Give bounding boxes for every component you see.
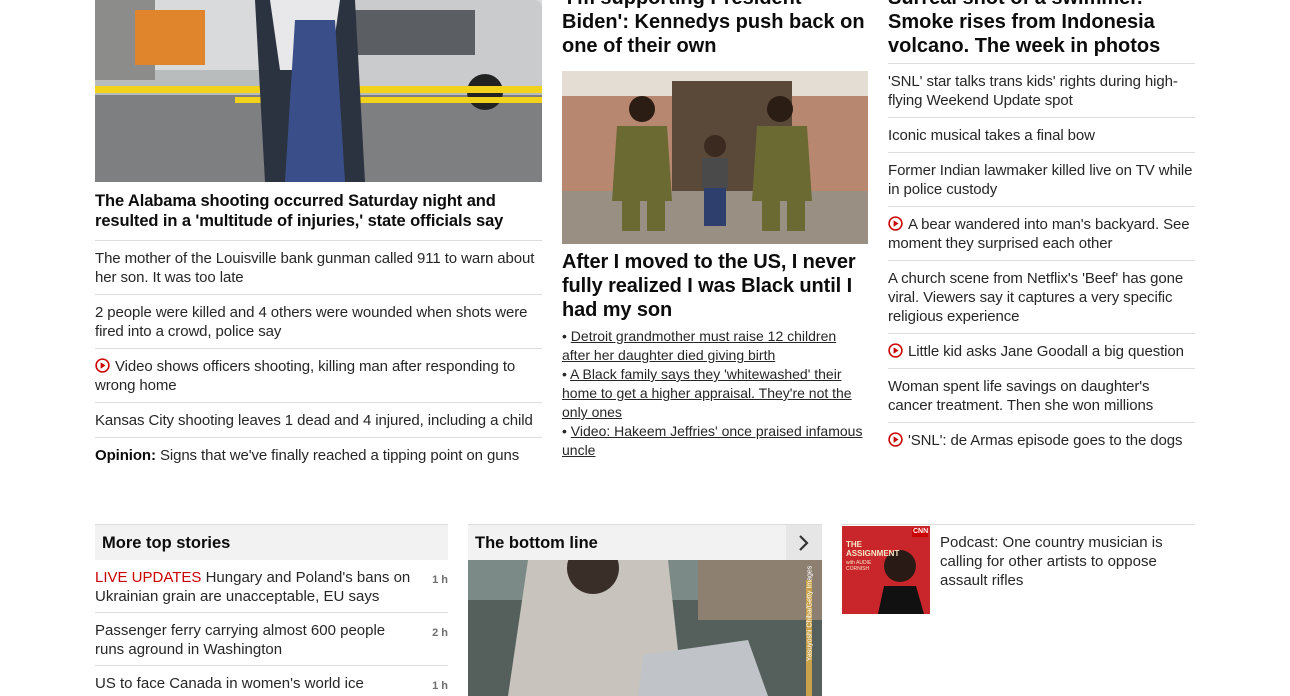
list-item[interactable]: Little kid asks Jane Goodall a big quest…	[888, 334, 1195, 369]
story-text[interactable]: 2 people were killed and 4 others were w…	[95, 304, 528, 340]
podcast-cnn-logo: CNN	[913, 528, 929, 535]
list-item[interactable]: 'SNL': de Armas episode goes to the dogs	[888, 423, 1195, 457]
timestamp: 2 h	[432, 627, 448, 639]
podcast-art-subtitle: with AUDIE CORNISH	[846, 560, 872, 572]
photo-credit: Yasuyoshi Chiba/Getty Images	[806, 565, 814, 662]
podcast-artwork[interactable]: CNN THE ASSIGNMENT with AUDIE CORNISH	[842, 526, 930, 614]
lead-story-list: The mother of the Louisville bank gunman…	[95, 241, 542, 472]
list-item[interactable]: US to face Canada in women's world ice 1…	[95, 666, 448, 696]
podcast-text[interactable]: Podcast: One country musician is calling…	[940, 533, 1180, 614]
story-text[interactable]: Video shows officers shooting, killing m…	[95, 358, 515, 394]
story-text[interactable]: 'SNL' star talks trans kids' rights duri…	[888, 73, 1178, 109]
list-item[interactable]: Former Indian lawmaker killed live on TV…	[888, 153, 1195, 207]
story-text[interactable]: US to face Canada in women's world ice	[95, 674, 415, 693]
list-item: • A Black family says they 'whitewashed'…	[562, 366, 852, 420]
story-text[interactable]: Signs that we've finally reached a tippi…	[160, 447, 519, 464]
related-link[interactable]: Detroit grandmother must raise 12 childr…	[562, 328, 836, 363]
play-video-icon	[888, 432, 903, 447]
live-updates-label: LIVE UPDATES	[95, 569, 202, 586]
hero-photo-graphic	[95, 0, 542, 182]
related-link[interactable]: A Black family says they 'whitewashed' t…	[562, 366, 852, 420]
related-links: • Detroit grandmother must raise 12 chil…	[562, 327, 868, 460]
section-title-text: The bottom line	[475, 534, 598, 552]
list-item[interactable]: Video shows officers shooting, killing m…	[95, 349, 542, 403]
list-item: • Video: Hakeem Jeffries' once praised i…	[562, 423, 863, 458]
story-text[interactable]: 'SNL': de Armas episode goes to the dogs	[908, 432, 1183, 449]
feature-photo-family[interactable]	[562, 71, 868, 244]
opinion-label: Opinion:	[95, 447, 156, 464]
list-item[interactable]: A bear wandered into man's backyard. See…	[888, 207, 1195, 261]
story-text[interactable]: Little kid asks Jane Goodall a big quest…	[908, 343, 1184, 360]
list-item[interactable]: Passenger ferry carrying almost 600 peop…	[95, 613, 448, 666]
list-item[interactable]: The mother of the Louisville bank gunman…	[95, 241, 542, 295]
list-item[interactable]: LIVE UPDATES Hungary and Poland's bans o…	[95, 560, 448, 613]
related-link[interactable]: Video: Hakeem Jeffries' once praised inf…	[562, 423, 862, 458]
story-text[interactable]: A church scene from Netflix's 'Beef' has…	[888, 270, 1183, 325]
chevron-right-icon	[799, 535, 809, 551]
story-text[interactable]: Passenger ferry carrying almost 600 peop…	[95, 621, 415, 659]
hero-photo-shooting-scene[interactable]	[95, 0, 542, 182]
list-item: • Detroit grandmother must raise 12 chil…	[562, 328, 837, 363]
lead-headline[interactable]: The Alabama shooting occurred Saturday n…	[95, 191, 542, 241]
timestamp: 1 h	[432, 574, 448, 586]
story-text[interactable]: Former Indian lawmaker killed live on TV…	[888, 162, 1193, 198]
lead-column: The Alabama shooting occurred Saturday n…	[95, 0, 542, 472]
story-text[interactable]: Iconic musical takes a final bow	[888, 127, 1095, 144]
story-text[interactable]: Woman spent life savings on daughter's c…	[888, 378, 1153, 414]
top-headline[interactable]: 'I'm supporting President Biden': Kenned…	[562, 0, 868, 58]
play-video-icon	[888, 343, 903, 358]
list-item[interactable]: 2 people were killed and 4 others were w…	[95, 295, 542, 349]
next-arrow-button[interactable]	[786, 525, 822, 561]
story-text[interactable]: Kansas City shooting leaves 1 dead and 4…	[95, 412, 533, 429]
story-text[interactable]: The mother of the Louisville bank gunman…	[95, 250, 534, 286]
list-item[interactable]: Woman spent life savings on daughter's c…	[888, 369, 1195, 423]
list-item[interactable]: A church scene from Netflix's 'Beef' has…	[888, 261, 1195, 334]
top-headline[interactable]: Surreal shot of a swimmer. Smoke rises f…	[888, 0, 1195, 58]
podcast-art-title: THE ASSIGNMENT	[846, 540, 900, 558]
feature-headline[interactable]: After I moved to the US, I never fully r…	[562, 250, 868, 322]
list-item[interactable]: Kansas City shooting leaves 1 dead and 4…	[95, 403, 542, 438]
bottom-line-photo-graphic	[468, 560, 822, 696]
story-text[interactable]: LIVE UPDATES Hungary and Poland's bans o…	[95, 568, 415, 606]
more-top-stories: More top stories LIVE UPDATES Hungary an…	[95, 524, 448, 696]
section-title: The bottom line	[468, 524, 822, 561]
bottom-line-section: The bottom line Yasuyoshi Chiba/Getty Im…	[468, 524, 822, 696]
story-text[interactable]: A bear wandered into man's backyard. See…	[888, 216, 1190, 252]
play-video-icon	[95, 358, 110, 373]
podcast-promo[interactable]: CNN THE ASSIGNMENT with AUDIE CORNISH Po…	[842, 524, 1195, 614]
list-item[interactable]: 'SNL' star talks trans kids' rights duri…	[888, 64, 1195, 118]
right-story-list: 'SNL' star talks trans kids' rights duri…	[888, 63, 1195, 457]
bottom-line-photo[interactable]: Yasuyoshi Chiba/Getty Images	[468, 560, 822, 696]
list-item[interactable]: Opinion: Signs that we've finally reache…	[95, 438, 542, 472]
section-title: More top stories	[95, 524, 448, 560]
list-item[interactable]: Iconic musical takes a final bow	[888, 118, 1195, 153]
play-video-icon	[888, 216, 903, 231]
timestamp: 1 h	[432, 680, 448, 692]
feature-photo-graphic	[562, 71, 868, 244]
